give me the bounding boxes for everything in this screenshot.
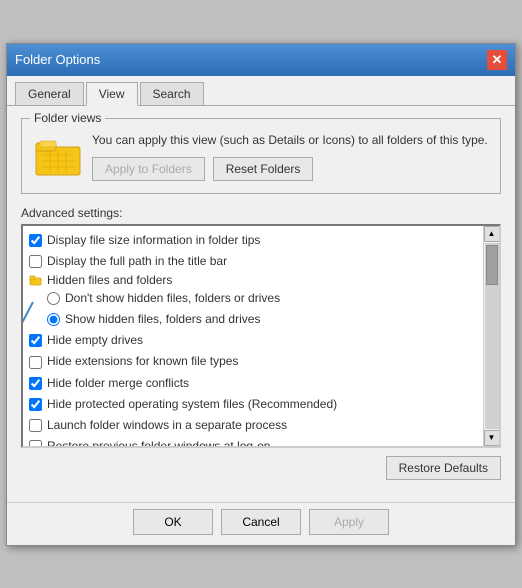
- setting-label: Hide protected operating system files (R…: [47, 395, 337, 414]
- scroll-down-button[interactable]: ▼: [484, 430, 500, 446]
- restore-defaults-area: Restore Defaults: [21, 456, 501, 480]
- dialog-buttons: OK Cancel Apply: [7, 502, 515, 545]
- setting-label: Don't show hidden files, folders or driv…: [65, 289, 280, 308]
- restore-defaults-button[interactable]: Restore Defaults: [386, 456, 501, 480]
- folder-views-label: Folder views: [30, 111, 105, 125]
- setting-label: Hidden files and folders: [47, 273, 172, 287]
- checkbox-hide-empty-drives[interactable]: [29, 334, 42, 347]
- checkbox-display-file-size[interactable]: [29, 234, 42, 247]
- list-item: Hide protected operating system files (R…: [23, 394, 483, 415]
- list-item: Restore previous folder windows at log-o…: [23, 436, 483, 445]
- folder-views-inner: You can apply this view (such as Details…: [34, 131, 488, 181]
- setting-label: Hide extensions for known file types: [47, 352, 238, 371]
- checkbox-launch-folder-windows[interactable]: [29, 419, 42, 432]
- tab-content: Folder views You can apply: [7, 106, 515, 502]
- ok-button[interactable]: OK: [133, 509, 213, 535]
- tab-search[interactable]: Search: [140, 82, 204, 105]
- list-item: Display the full path in the title bar: [23, 251, 483, 272]
- advanced-settings-label: Advanced settings:: [21, 206, 501, 220]
- settings-box: Display file size information in folder …: [21, 224, 501, 448]
- reset-folders-button[interactable]: Reset Folders: [213, 157, 314, 181]
- setting-label: Show hidden files, folders and drives: [65, 310, 260, 329]
- setting-label: Hide empty drives: [47, 331, 143, 350]
- scrollbar: ▲ ▼: [483, 226, 499, 446]
- list-item: Hide extensions for known file types: [23, 351, 483, 372]
- scroll-track: [485, 243, 499, 429]
- title-bar: Folder Options ✕: [7, 44, 515, 76]
- tab-bar: General View Search: [7, 76, 515, 106]
- window-title: Folder Options: [15, 52, 100, 67]
- checkbox-hide-folder-merge[interactable]: [29, 377, 42, 390]
- tab-view[interactable]: View: [86, 82, 138, 106]
- setting-label: Display file size information in folder …: [47, 231, 260, 250]
- list-item: Don't show hidden files, folders or driv…: [41, 288, 483, 309]
- setting-label: Display the full path in the title bar: [47, 252, 227, 271]
- checkbox-hide-protected[interactable]: [29, 398, 42, 411]
- settings-list: Display file size information in folder …: [23, 226, 483, 446]
- folder-icon: [34, 131, 82, 179]
- radio-dont-show-hidden[interactable]: [47, 292, 60, 305]
- setting-label: Launch folder windows in a separate proc…: [47, 416, 287, 435]
- list-item: Launch folder windows in a separate proc…: [23, 415, 483, 436]
- scroll-thumb[interactable]: [486, 245, 498, 285]
- list-item: Hide folder merge conflicts: [23, 373, 483, 394]
- folder-views-group: Folder views You can apply: [21, 118, 501, 194]
- radio-show-hidden[interactable]: [47, 313, 60, 326]
- scroll-up-button[interactable]: ▲: [484, 226, 500, 242]
- list-item: Show hidden files, folders and drives: [41, 309, 483, 330]
- folder-bullet-icon: [29, 273, 42, 286]
- folder-options-window: Folder Options ✕ General View Search Fol…: [6, 43, 516, 546]
- checkbox-restore-previous[interactable]: [29, 440, 42, 445]
- close-button[interactable]: ✕: [487, 50, 507, 70]
- setting-label: Restore previous folder windows at log-o…: [47, 437, 270, 445]
- checkbox-hide-extensions[interactable]: [29, 356, 42, 369]
- checkbox-display-full-path[interactable]: [29, 255, 42, 268]
- setting-label: Hide folder merge conflicts: [47, 374, 189, 393]
- apply-button[interactable]: Apply: [309, 509, 389, 535]
- folder-views-description: You can apply this view (such as Details…: [92, 131, 488, 149]
- apply-to-folders-button[interactable]: Apply to Folders: [92, 157, 205, 181]
- list-item: Hidden files and folders: [23, 272, 483, 288]
- folder-views-buttons: Apply to Folders Reset Folders: [92, 157, 488, 181]
- folder-views-text-area: You can apply this view (such as Details…: [92, 131, 488, 181]
- list-item: Display file size information in folder …: [23, 230, 483, 251]
- list-item: Hide empty drives: [23, 330, 483, 351]
- tab-general[interactable]: General: [15, 82, 84, 105]
- cancel-button[interactable]: Cancel: [221, 509, 301, 535]
